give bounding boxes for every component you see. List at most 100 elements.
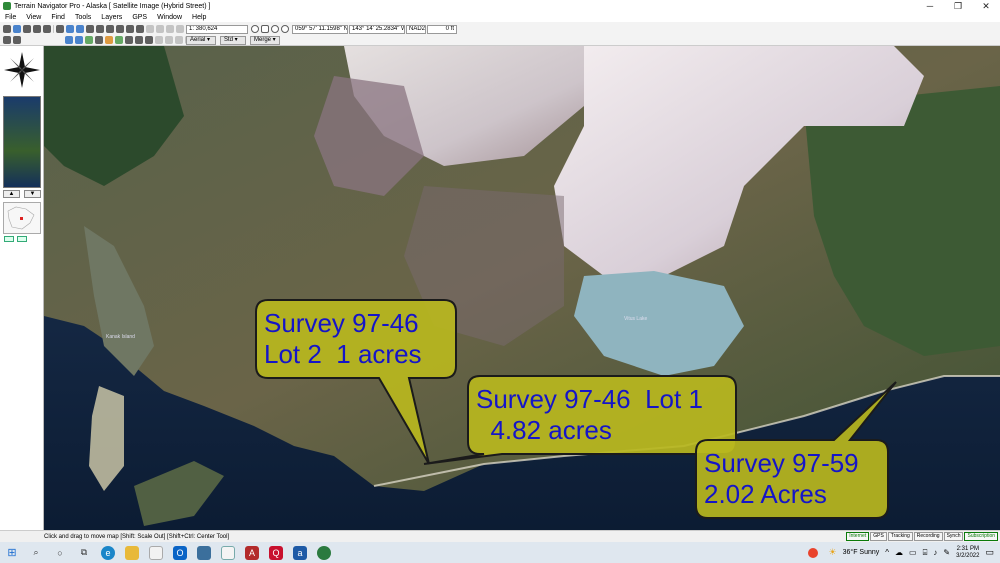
status-hint: Click and drag to move map [Shift: Scale… bbox=[44, 533, 230, 540]
indicator-gps[interactable]: GPS bbox=[870, 532, 887, 541]
start-button-icon[interactable]: ⊞ bbox=[5, 546, 19, 560]
circle-icon[interactable] bbox=[126, 25, 134, 33]
camera-icon[interactable] bbox=[86, 25, 94, 33]
layer-toggle-icon[interactable] bbox=[146, 25, 154, 33]
pencil-icon[interactable] bbox=[136, 25, 144, 33]
area-icon[interactable] bbox=[145, 36, 153, 44]
onedrive-icon[interactable]: ☁ bbox=[895, 548, 903, 557]
draw-line-icon[interactable] bbox=[96, 25, 104, 33]
callout-97-59-text: Survey 97-59 2.02 Acres bbox=[704, 448, 859, 510]
thumbnail-up-button[interactable]: ▲ bbox=[3, 190, 20, 198]
settings-icon[interactable] bbox=[23, 25, 31, 33]
remote-desktop-icon[interactable] bbox=[197, 545, 211, 560]
pen-icon[interactable]: ✎ bbox=[943, 548, 950, 557]
menu-file[interactable]: File bbox=[0, 14, 21, 21]
notification-badge-icon[interactable] bbox=[807, 547, 818, 558]
zoom-in-icon[interactable] bbox=[65, 36, 73, 44]
notepad-icon[interactable] bbox=[149, 545, 163, 560]
menu-find[interactable]: Find bbox=[46, 14, 70, 21]
zoom-in-circle-icon[interactable] bbox=[251, 25, 259, 33]
zoom-out-icon[interactable] bbox=[75, 36, 83, 44]
select-tool-icon[interactable] bbox=[3, 25, 11, 33]
close-button[interactable]: ✕ bbox=[972, 1, 1000, 12]
indicator-tracking[interactable]: Tracking bbox=[887, 532, 913, 541]
menu-view[interactable]: View bbox=[21, 14, 46, 21]
indicator-subscription[interactable]: Subscription bbox=[964, 532, 998, 541]
notification-center-icon[interactable]: ▭ bbox=[985, 547, 994, 558]
measure-icon[interactable] bbox=[95, 36, 103, 44]
quicken-icon[interactable]: Q bbox=[269, 545, 283, 560]
battery-icon[interactable]: ▭ bbox=[909, 548, 917, 557]
grid-icon-2[interactable] bbox=[165, 36, 173, 44]
pan-icon[interactable] bbox=[85, 36, 93, 44]
find-icon[interactable] bbox=[13, 25, 21, 33]
maximize-button[interactable]: ❐ bbox=[944, 1, 972, 12]
thumbnail-down-button[interactable]: ▼ bbox=[24, 190, 41, 198]
menu-layers[interactable]: Layers bbox=[96, 14, 127, 21]
toolbar-row-1-icons bbox=[3, 25, 194, 33]
indicator-internet[interactable]: Internet bbox=[846, 532, 870, 541]
menu-bar: File View Find Tools Layers GPS Window H… bbox=[0, 12, 1000, 22]
overview-thumbnail[interactable] bbox=[3, 96, 41, 188]
toolbar-spacer bbox=[23, 36, 63, 44]
std-dropdown[interactable]: Std bbox=[220, 36, 246, 45]
app-globe-icon[interactable] bbox=[317, 545, 331, 560]
window-icon[interactable] bbox=[13, 36, 21, 44]
layer-toggle-icon-4[interactable] bbox=[176, 25, 184, 33]
amazon-icon[interactable]: a bbox=[293, 545, 307, 560]
edge-icon[interactable]: e bbox=[101, 545, 115, 560]
cortana-icon[interactable]: ○ bbox=[53, 546, 67, 560]
file-explorer-icon[interactable] bbox=[125, 545, 139, 560]
indicator-recording[interactable]: Recording bbox=[913, 532, 943, 541]
map-view[interactable]: Vitus Lake Kanak Island Survey 97-46 Lot… bbox=[44, 46, 1000, 530]
layer-toggle-icon-3[interactable] bbox=[166, 25, 174, 33]
fit-view-icon[interactable] bbox=[261, 25, 269, 33]
grid-icon-3[interactable] bbox=[175, 36, 183, 44]
triangle-icon[interactable] bbox=[116, 25, 124, 33]
callout-lot2-line1: Survey 97-46 bbox=[264, 308, 419, 338]
locator-button-1[interactable] bbox=[4, 236, 14, 242]
help-icon[interactable] bbox=[281, 25, 289, 33]
binoculars-icon[interactable] bbox=[43, 25, 51, 33]
compass-rose-icon bbox=[4, 52, 40, 88]
waypoint-icon[interactable] bbox=[106, 25, 114, 33]
label-icon[interactable] bbox=[125, 36, 133, 44]
weather-text[interactable]: 36°F Sunny bbox=[843, 549, 880, 556]
track-icon[interactable] bbox=[115, 36, 123, 44]
locator-minimap[interactable] bbox=[3, 202, 41, 234]
grid-icon[interactable] bbox=[155, 36, 163, 44]
outlook-icon[interactable]: O bbox=[173, 545, 187, 560]
zoom-icon[interactable] bbox=[66, 25, 74, 33]
datum-readout: NAD27 bbox=[406, 25, 426, 34]
menu-gps[interactable]: GPS bbox=[127, 14, 152, 21]
access-icon[interactable]: A bbox=[245, 545, 259, 560]
layer-toggle-icon-2[interactable] bbox=[156, 25, 164, 33]
indicator-synch[interactable]: Synch bbox=[943, 532, 964, 541]
callout-lot1-text: Survey 97-46 Lot 1 4.82 acres bbox=[476, 384, 703, 446]
panel-toggle-icon[interactable] bbox=[3, 36, 11, 44]
clock[interactable]: 2:31 PM 3/2/2022 bbox=[956, 546, 979, 560]
merge-dropdown[interactable]: Merge bbox=[250, 36, 280, 45]
network-icon[interactable]: ⌸ bbox=[923, 548, 928, 558]
route-icon[interactable] bbox=[105, 36, 113, 44]
search-icon[interactable]: ⌕ bbox=[29, 546, 43, 560]
locator-buttons bbox=[4, 236, 27, 242]
imagery-dropdown[interactable]: Aerial bbox=[186, 36, 216, 45]
zoom-out-circle-icon[interactable] bbox=[271, 25, 279, 33]
scale-select[interactable]: 1: 380,624 bbox=[186, 25, 248, 34]
locator-button-2[interactable] bbox=[17, 236, 27, 242]
terrain-navigator-icon[interactable] bbox=[221, 545, 235, 560]
status-indicators: Internet GPS Tracking Recording Synch Su… bbox=[846, 532, 1000, 541]
task-view-icon[interactable]: ⧉ bbox=[77, 546, 91, 560]
profile-icon[interactable] bbox=[135, 36, 143, 44]
menu-tools[interactable]: Tools bbox=[70, 14, 96, 21]
marquee-icon[interactable] bbox=[56, 25, 64, 33]
callout-97-59-line2: 2.02 Acres bbox=[704, 479, 827, 509]
menu-window[interactable]: Window bbox=[152, 14, 187, 21]
print-icon[interactable] bbox=[33, 25, 41, 33]
marker-icon[interactable] bbox=[76, 25, 84, 33]
chevron-up-icon[interactable]: ^ bbox=[885, 548, 889, 557]
minimize-button[interactable]: ─ bbox=[916, 1, 944, 12]
volume-icon[interactable]: ♪ bbox=[933, 548, 937, 557]
menu-help[interactable]: Help bbox=[187, 14, 211, 21]
